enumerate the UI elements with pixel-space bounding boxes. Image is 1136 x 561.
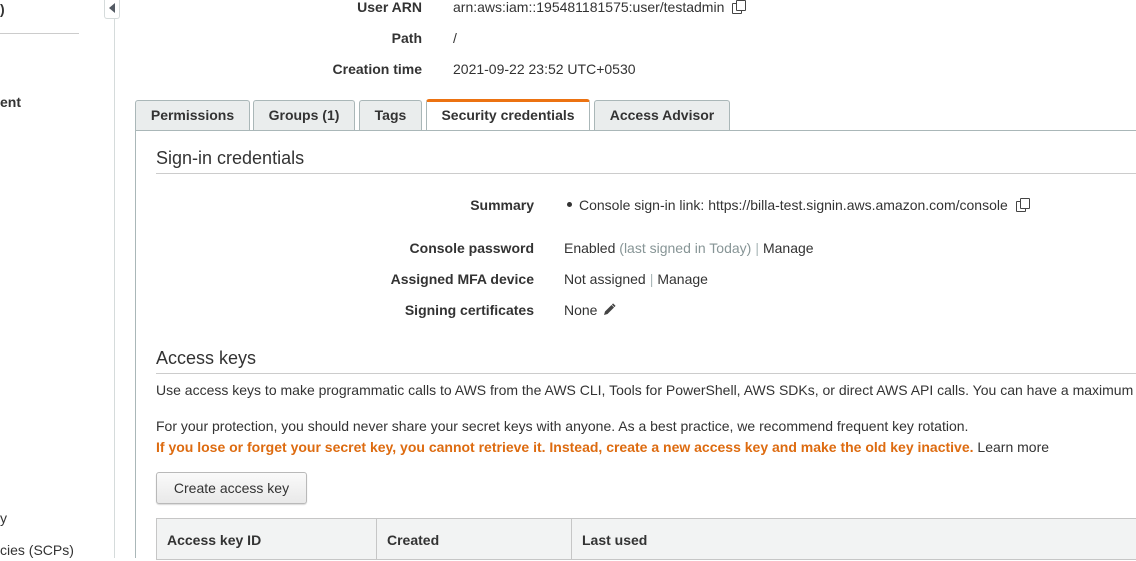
summary-row: Summary Console sign-in link: https://bi… bbox=[156, 195, 1136, 215]
signing-certs-label: Signing certificates bbox=[404, 302, 534, 318]
learn-more-link[interactable]: Learn more bbox=[977, 439, 1049, 455]
tab-security-credentials[interactable]: Security credentials bbox=[426, 99, 590, 130]
summary-row-creation: Creation time 2021-09-22 23:52 UTC+0530 bbox=[134, 59, 1134, 79]
access-keys-table-header: Access key ID Created Last used bbox=[156, 518, 1136, 560]
mfa-status: Not assigned bbox=[564, 271, 646, 287]
tab-access-advisor[interactable]: Access Advisor bbox=[594, 100, 730, 130]
signin-section-rule bbox=[156, 173, 1136, 174]
console-link-url[interactable]: https://billa-test.signin.aws.amazon.com… bbox=[708, 197, 1008, 213]
tab-groups[interactable]: Groups (1) bbox=[253, 100, 355, 130]
copy-icon[interactable] bbox=[1015, 198, 1031, 213]
bullet-icon bbox=[567, 202, 572, 207]
collapse-arrow-icon[interactable] bbox=[104, 0, 120, 19]
manage-password-link[interactable]: Manage bbox=[763, 240, 814, 256]
path-label: Path bbox=[391, 30, 422, 46]
console-password-value: Enabled (last signed in Today) | Manage bbox=[564, 238, 814, 258]
password-status: Enabled bbox=[564, 240, 616, 256]
access-keys-section-rule bbox=[156, 373, 1136, 374]
access-keys-description: Use access keys to make programmatic cal… bbox=[156, 382, 1134, 398]
sidebar-item-policy[interactable]: y bbox=[0, 510, 7, 526]
signin-section-title: Sign-in credentials bbox=[156, 148, 305, 168]
tab-tags[interactable]: Tags bbox=[359, 100, 422, 130]
sidebar-item-scps[interactable]: cies (SCPs) bbox=[0, 542, 74, 558]
pencil-icon[interactable] bbox=[602, 302, 617, 316]
arn-value: arn:aws:iam::195481181575:user/testadmin bbox=[453, 0, 747, 17]
copy-icon[interactable] bbox=[732, 0, 747, 15]
password-last-signed: (last signed in Today) bbox=[619, 240, 752, 256]
manage-mfa-link[interactable]: Manage bbox=[657, 271, 708, 287]
column-last-used[interactable]: Last used bbox=[572, 519, 1136, 559]
access-keys-warning-line: If you lose or forget your secret key, y… bbox=[156, 439, 1049, 455]
arn-label: User ARN bbox=[357, 0, 422, 15]
access-keys-section-title: Access keys bbox=[156, 348, 257, 368]
summary-row-arn: User ARN arn:aws:iam::195481181575:user/… bbox=[134, 0, 1134, 17]
column-created[interactable]: Created bbox=[377, 519, 572, 559]
tab-panel-left-border bbox=[135, 130, 136, 558]
arn-text: arn:aws:iam::195481181575:user/testadmin bbox=[453, 0, 725, 15]
mfa-label: Assigned MFA device bbox=[390, 271, 534, 287]
access-keys-protection: For your protection, you should never sh… bbox=[156, 418, 969, 434]
signing-certs-value: None bbox=[564, 300, 617, 320]
separator: | bbox=[649, 271, 654, 287]
sidebar-divider bbox=[0, 33, 79, 34]
left-sidebar: ) ent y cies (SCPs) bbox=[0, 0, 115, 558]
create-access-key-button[interactable]: Create access key bbox=[156, 472, 307, 504]
tab-permissions[interactable]: Permissions bbox=[135, 100, 250, 130]
separator: | bbox=[755, 240, 759, 256]
mfa-row: Assigned MFA device Not assigned | Manage bbox=[156, 269, 1136, 289]
sidebar-item-access-management[interactable]: ent bbox=[0, 94, 21, 110]
column-access-key-id[interactable]: Access key ID bbox=[157, 519, 377, 559]
sidebar-fragment-top: ) bbox=[0, 1, 5, 17]
tab-panel-border bbox=[135, 130, 1136, 131]
creation-label: Creation time bbox=[332, 61, 422, 77]
certs-status: None bbox=[564, 302, 598, 318]
creation-value: 2021-09-22 23:52 UTC+0530 bbox=[453, 61, 636, 77]
mfa-value: Not assigned | Manage bbox=[564, 269, 708, 289]
summary-value: Console sign-in link: https://billa-test… bbox=[564, 195, 1031, 215]
summary-label: Summary bbox=[470, 197, 534, 213]
console-link-label: Console sign-in link: bbox=[579, 197, 705, 213]
summary-row-path: Path / bbox=[134, 28, 1134, 48]
secret-key-warning: If you lose or forget your secret key, y… bbox=[156, 439, 974, 455]
path-value: / bbox=[453, 30, 457, 46]
console-password-row: Console password Enabled (last signed in… bbox=[156, 238, 1136, 258]
console-password-label: Console password bbox=[409, 240, 534, 256]
signing-certs-row: Signing certificates None bbox=[156, 300, 1136, 320]
